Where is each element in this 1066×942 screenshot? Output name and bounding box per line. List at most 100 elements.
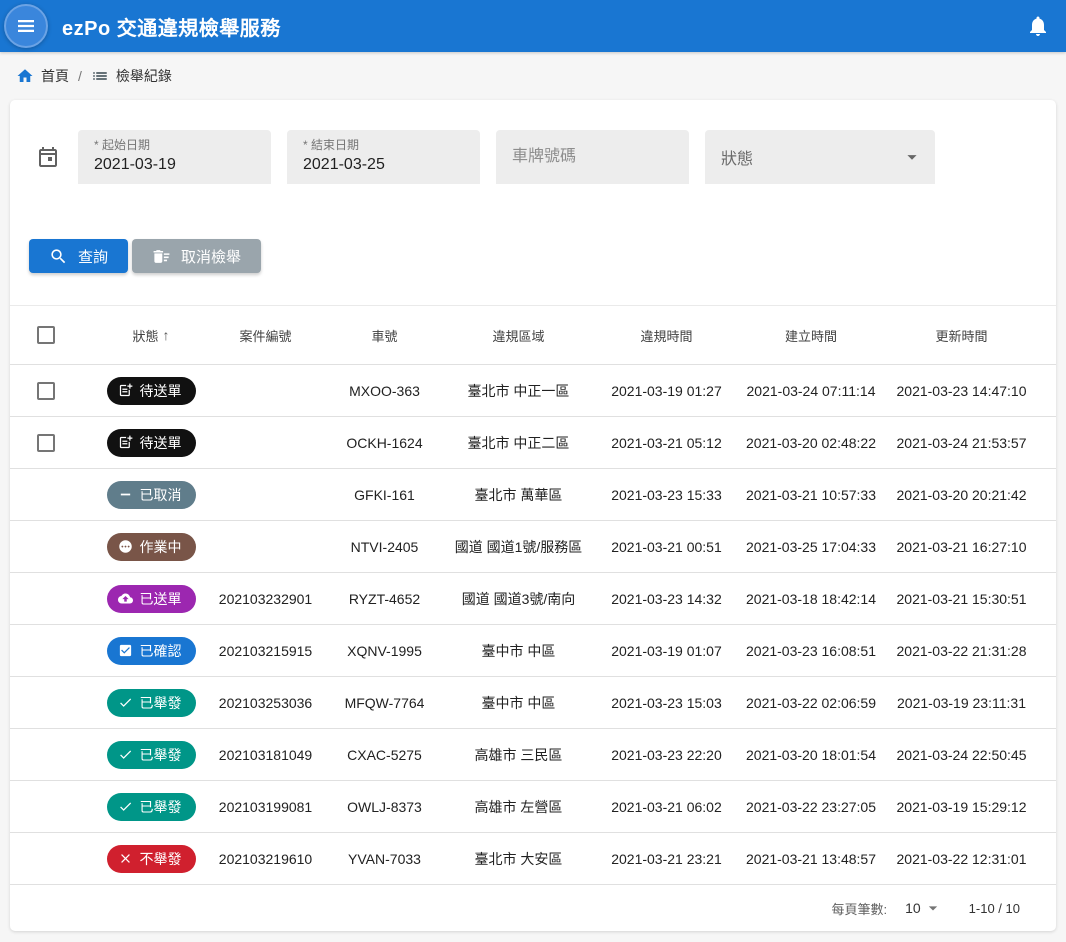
- start-date-value: 2021-03-19: [94, 156, 255, 174]
- chevron-down-icon: [901, 146, 923, 168]
- status-badge: 作業中: [107, 533, 196, 561]
- notifications-button[interactable]: [1026, 14, 1050, 38]
- table-row: 待送單 OCKH-1624 臺北市 中正二區 2021-03-21 05:12 …: [10, 417, 1056, 469]
- status-badge: 已舉發: [107, 741, 196, 769]
- menu-button[interactable]: [4, 4, 48, 48]
- violation-time-cell: 2021-03-21 00:51: [592, 539, 741, 555]
- status-icon: [118, 487, 133, 502]
- violation-time-cell: 2021-03-19 01:07: [592, 643, 741, 659]
- status-badge: 已送單: [107, 585, 196, 613]
- plate-cell: XQNV-1995: [324, 643, 445, 659]
- column-header-updated-time[interactable]: 更新時間: [881, 326, 1056, 345]
- violation-time-cell: 2021-03-23 22:20: [592, 747, 741, 763]
- case-number-cell: 202103219610: [207, 851, 324, 867]
- status-badge: 已取消: [107, 481, 196, 509]
- start-date-field[interactable]: * 起始日期 2021-03-19: [78, 130, 271, 184]
- app-header: ezPo 交通違規檢舉服務: [0, 0, 1066, 52]
- status-label: 待送單: [140, 381, 182, 401]
- app-title: ezPo 交通違規檢舉服務: [62, 12, 281, 41]
- updated-time-cell: 2021-03-21 15:30:51: [881, 591, 1056, 607]
- per-page-select[interactable]: 10: [905, 898, 943, 918]
- plate-input[interactable]: [496, 130, 689, 184]
- status-select-label: 狀態: [721, 145, 753, 169]
- area-cell: 臺北市 中正二區: [445, 433, 592, 453]
- status-badge: 已舉發: [107, 793, 196, 821]
- status-badge: 不舉發: [107, 845, 196, 873]
- per-page-value: 10: [905, 900, 921, 916]
- status-label: 已舉發: [140, 797, 182, 817]
- breadcrumb: 首頁 / 檢舉紀錄: [0, 52, 1066, 100]
- column-header-plate[interactable]: 車號: [324, 326, 445, 345]
- status-badge: 待送單: [107, 429, 196, 457]
- updated-time-cell: 2021-03-24 22:50:45: [881, 747, 1056, 763]
- status-label: 不舉發: [140, 849, 182, 869]
- cancel-report-button[interactable]: 取消檢舉: [132, 239, 261, 273]
- area-cell: 高雄市 左營區: [445, 797, 592, 817]
- column-header-case-number[interactable]: 案件編號: [207, 326, 324, 345]
- violation-time-cell: 2021-03-21 23:21: [592, 851, 741, 867]
- pagination-bar: 每頁筆數: 10 1-10 / 10: [10, 885, 1056, 931]
- table-row: 已舉發 202103181049 CXAC-5275 高雄市 三民區 2021-…: [10, 729, 1056, 781]
- plate-cell: GFKI-161: [324, 487, 445, 503]
- created-time-cell: 2021-03-24 07:11:14: [741, 383, 881, 399]
- end-date-field[interactable]: * 結束日期 2021-03-25: [287, 130, 480, 184]
- updated-time-cell: 2021-03-21 16:27:10: [881, 539, 1056, 555]
- row-checkbox[interactable]: [37, 382, 55, 400]
- status-select[interactable]: 狀態: [705, 130, 935, 184]
- table-header-row: 狀態↑ 案件編號 車號 違規區域 違規時間 建立時間 更新時間: [10, 305, 1056, 365]
- records-card: * 起始日期 2021-03-19 * 結束日期 2021-03-25 狀態 查…: [10, 100, 1056, 931]
- updated-time-cell: 2021-03-23 14:47:10: [881, 383, 1056, 399]
- chevron-down-icon: [923, 898, 943, 918]
- table-row: 不舉發 202103219610 YVAN-7033 臺北市 大安區 2021-…: [10, 833, 1056, 885]
- bell-icon: [1026, 14, 1050, 38]
- area-cell: 高雄市 三民區: [445, 745, 592, 765]
- column-header-violation-time[interactable]: 違規時間: [592, 326, 741, 345]
- select-all-checkbox[interactable]: [37, 326, 55, 344]
- area-cell: 臺北市 萬華區: [445, 485, 592, 505]
- status-label: 已送單: [140, 589, 182, 609]
- column-header-area[interactable]: 違規區域: [445, 326, 592, 345]
- case-number-cell: 202103215915: [207, 643, 324, 659]
- plate-cell: OCKH-1624: [324, 435, 445, 451]
- created-time-cell: 2021-03-21 13:48:57: [741, 851, 881, 867]
- search-button[interactable]: 查詢: [29, 239, 128, 273]
- violation-time-cell: 2021-03-21 05:12: [592, 435, 741, 451]
- search-button-label: 查詢: [78, 246, 108, 267]
- breadcrumb-home-label: 首頁: [41, 66, 69, 86]
- breadcrumb-home[interactable]: 首頁: [16, 66, 69, 86]
- updated-time-cell: 2021-03-20 20:21:42: [881, 487, 1056, 503]
- updated-time-cell: 2021-03-19 23:11:31: [881, 695, 1056, 711]
- updated-time-cell: 2021-03-22 12:31:01: [881, 851, 1056, 867]
- table-row: 已舉發 202103199081 OWLJ-8373 高雄市 左營區 2021-…: [10, 781, 1056, 833]
- created-time-cell: 2021-03-25 17:04:33: [741, 539, 881, 555]
- column-header-created-time[interactable]: 建立時間: [741, 326, 881, 345]
- table-row: 待送單 MXOO-363 臺北市 中正一區 2021-03-19 01:27 2…: [10, 365, 1056, 417]
- plate-cell: YVAN-7033: [324, 851, 445, 867]
- case-number-cell: 202103199081: [207, 799, 324, 815]
- breadcrumb-current-label: 檢舉紀錄: [116, 66, 172, 86]
- table-row: 作業中 NTVI-2405 國道 國道1號/服務區 2021-03-21 00:…: [10, 521, 1056, 573]
- status-label: 已確認: [140, 641, 182, 661]
- breadcrumb-current: 檢舉紀錄: [91, 66, 172, 86]
- row-checkbox[interactable]: [37, 434, 55, 452]
- area-cell: 臺中市 中區: [445, 641, 592, 661]
- status-label: 待送單: [140, 433, 182, 453]
- status-icon: [118, 383, 133, 398]
- created-time-cell: 2021-03-22 23:27:05: [741, 799, 881, 815]
- updated-time-cell: 2021-03-22 21:31:28: [881, 643, 1056, 659]
- status-icon: [118, 539, 133, 554]
- plate-cell: NTVI-2405: [324, 539, 445, 555]
- status-label: 已舉發: [140, 693, 182, 713]
- plate-cell: OWLJ-8373: [324, 799, 445, 815]
- status-icon: [118, 591, 133, 606]
- column-header-status[interactable]: 狀態↑: [95, 326, 207, 345]
- pagination-range: 1-10 / 10: [969, 901, 1020, 916]
- list-icon: [91, 67, 109, 85]
- sort-arrow-up-icon: ↑: [163, 327, 170, 343]
- violation-time-cell: 2021-03-21 06:02: [592, 799, 741, 815]
- status-icon: [118, 695, 133, 710]
- plate-field: [496, 130, 689, 184]
- filter-bar: * 起始日期 2021-03-19 * 結束日期 2021-03-25 狀態: [10, 100, 1056, 184]
- plate-cell: MFQW-7764: [324, 695, 445, 711]
- status-icon: [118, 747, 133, 762]
